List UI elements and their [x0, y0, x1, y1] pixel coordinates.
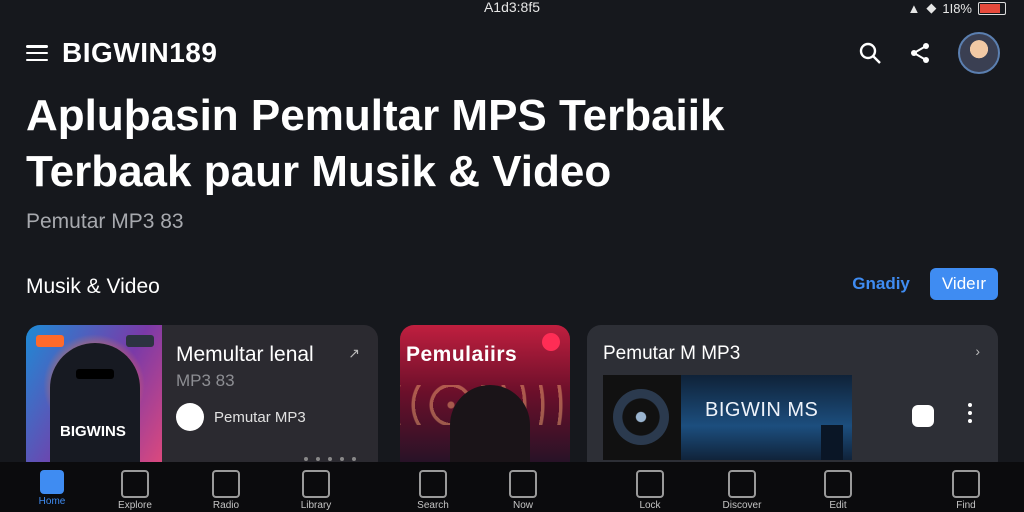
media-card[interactable]: Pemulaiirs: [400, 325, 570, 475]
nav-item[interactable]: Edit: [798, 462, 878, 512]
home-icon: [40, 470, 64, 494]
app-actions: [858, 32, 1000, 74]
edit-icon: [824, 470, 852, 498]
nav-item[interactable]: Find: [926, 462, 1006, 512]
album-art: [603, 375, 683, 460]
nav-item[interactable]: Now: [483, 462, 563, 512]
search-icon[interactable]: [858, 41, 882, 65]
card-subtitle: MP3 83: [176, 371, 235, 390]
card-title: Pemulaiirs: [406, 343, 518, 366]
nav-label: Lock: [639, 500, 661, 511]
wifi-icon: ◆: [926, 0, 937, 15]
status-icons: ▲ ◆ 1I8%: [907, 0, 1006, 16]
nav-label: Find: [956, 500, 976, 511]
signal-icon: ▲: [907, 0, 921, 16]
artist-name: Pemutar MP3: [214, 408, 306, 426]
nav-label: Edit: [829, 500, 847, 511]
nav-label: Home: [38, 496, 66, 507]
page-subtitle: Pemutar MP3 83: [26, 210, 184, 233]
pager-dots: [304, 457, 356, 461]
nav-item[interactable]: Search: [393, 462, 473, 512]
card-thumbnail: BIGWINS: [26, 325, 162, 475]
nav-item[interactable]: Explore: [95, 462, 175, 512]
album-name: BIGWIN MS: [705, 399, 819, 421]
disc-icon: [613, 389, 669, 445]
lock-icon: [636, 470, 664, 498]
arrow-icon[interactable]: ↗: [348, 345, 360, 362]
status-time: A1d3:8f5: [483, 0, 541, 15]
more-icon[interactable]: [968, 403, 972, 423]
menu-icon[interactable]: [26, 45, 48, 61]
artist-avatar: [176, 403, 204, 431]
battery-icon: [978, 1, 1006, 15]
segment-control: Gnadiy Videır: [852, 268, 998, 300]
tower-shape: [821, 425, 843, 460]
page-headline: Apluþasin Pemultar MPS Terbaiik Terbaak …: [26, 88, 926, 200]
status-bar: A1d3:8f5 ▲ ◆ 1I8%: [0, 0, 1024, 16]
avatar[interactable]: [958, 32, 1000, 74]
search-icon: [952, 470, 980, 498]
thumb-text: BIGWINS: [60, 423, 126, 440]
search-icon: [419, 470, 447, 498]
battery-fill: [980, 3, 1001, 13]
nav-label: Now: [512, 500, 533, 511]
share-icon[interactable]: [908, 41, 932, 65]
list-icon: [302, 470, 330, 498]
nav-item[interactable]: Home: [12, 462, 92, 512]
magnifier-icon: [728, 470, 756, 498]
nav-item[interactable]: Library: [276, 462, 356, 512]
segment-option-active[interactable]: Videır: [929, 268, 998, 300]
nav-label: Explore: [118, 500, 152, 511]
brand-title: BIGWIN189: [62, 37, 218, 68]
section-title: Musik & Video: [26, 275, 160, 298]
tag-badge: [126, 335, 154, 347]
chevron-right-icon[interactable]: ›: [975, 343, 980, 359]
radio-icon: [212, 470, 240, 498]
battery-text: 1I8%: [942, 0, 972, 16]
headline-line-2: Terbaak paur Musik & Video: [26, 147, 612, 196]
badge-icon: [542, 333, 560, 351]
nav-label: Search: [417, 500, 449, 511]
sunglasses-shape: [76, 369, 114, 379]
card-title: Memultar lenal: [176, 343, 314, 366]
sound-icon[interactable]: [912, 405, 934, 427]
nav-item[interactable]: Radio: [186, 462, 266, 512]
tag-badge: [36, 335, 64, 347]
people-icon: [121, 470, 149, 498]
album-banner: BIGWIN MS: [681, 375, 852, 460]
segment-option[interactable]: Gnadiy: [852, 274, 910, 294]
player-card[interactable]: Pemutar M MP3 › BIGWIN MS: [587, 325, 998, 475]
headline-line-1: Apluþasin Pemultar MPS Terbaiik: [26, 91, 725, 140]
play-icon: [509, 470, 537, 498]
nav-label: Library: [300, 500, 332, 511]
media-card[interactable]: BIGWINS Memultar lenal MP3 83 Pemutar MP…: [26, 325, 378, 475]
nav-item[interactable]: Lock: [610, 462, 690, 512]
nav-label: Discover: [722, 500, 762, 511]
card-artist: Pemutar MP3: [176, 403, 306, 431]
card-title: Pemutar M MP3: [603, 343, 741, 364]
nav-item[interactable]: Discover: [702, 462, 782, 512]
app-bar: BIGWIN189: [26, 30, 1000, 76]
artist-image: [50, 343, 140, 475]
nav-label: Radio: [212, 500, 240, 511]
bottom-navigation: Home Explore Radio Library Search Now Lock Disc…: [0, 462, 1024, 512]
